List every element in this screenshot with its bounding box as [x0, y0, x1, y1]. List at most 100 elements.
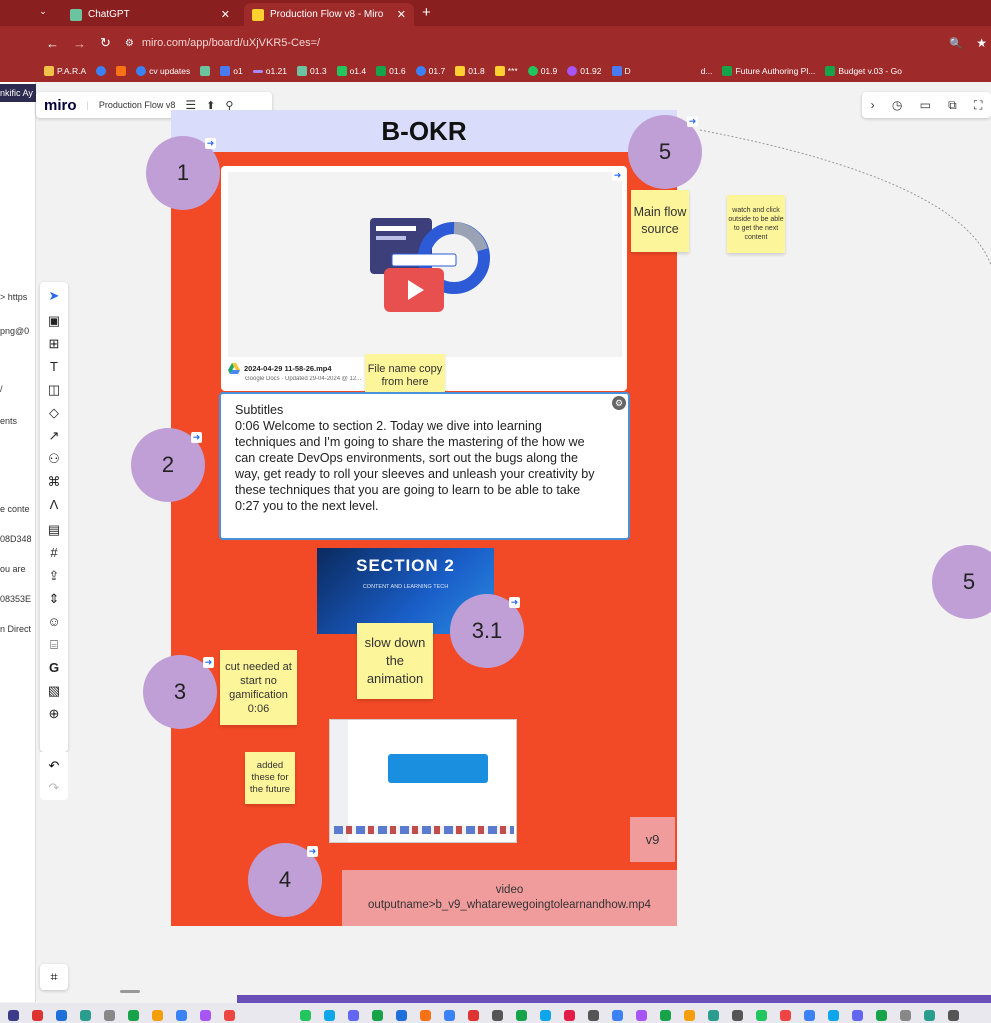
video-label: video — [495, 884, 524, 896]
file-name-row: 2024-04-29 11-58-26.mp4 — [228, 363, 332, 374]
subtitle-line: these techniques that you are going to l… — [235, 483, 581, 497]
link-icon[interactable]: ➜ — [191, 432, 202, 443]
upload-icon[interactable]: ⇪ — [40, 568, 68, 584]
right-toolbar: › ◷ ▭ ⧉ ⛶ — [862, 92, 991, 118]
emoji-icon[interactable]: ☺ — [40, 614, 68, 629]
subtitle-line: way, get ready to roll your sleeves and … — [235, 467, 595, 481]
focus-icon[interactable]: ⛶ — [974, 98, 982, 113]
taskbar-app-icon[interactable] — [732, 1010, 743, 1021]
text-icon[interactable]: T — [40, 359, 68, 374]
shapes-icon[interactable]: ◇ — [40, 405, 68, 421]
creation-toolbar: ➤ ▣ ⊞ T ◫ ◇ ↗ ⚇ ⌘ Λ ▤ # ⇪ ⇕ ☺ ⌸ G ▧ ⊕ — [40, 282, 68, 752]
redo-icon[interactable]: ↷ — [40, 780, 68, 796]
taskbar-app-icon[interactable] — [444, 1010, 455, 1021]
taskbar-app-icon[interactable] — [32, 1010, 43, 1021]
taskbar-app-icon[interactable] — [56, 1010, 67, 1021]
link-icon[interactable]: ➜ — [612, 170, 623, 181]
taskbar-app-icon[interactable] — [612, 1010, 623, 1021]
taskbar-app-icon[interactable] — [324, 1010, 335, 1021]
subtitles-card[interactable]: Subtitles 0:06 Welcome to section 2. Tod… — [219, 392, 630, 540]
present-icon[interactable]: ⧉ — [948, 98, 957, 113]
taskbar-app-icon[interactable] — [128, 1010, 139, 1021]
more-apps-icon[interactable]: ⇕ — [40, 591, 68, 607]
undo-icon[interactable]: ↶ — [40, 758, 68, 774]
chevron-right-icon[interactable]: › — [871, 98, 875, 112]
pen-icon[interactable]: Λ — [40, 497, 68, 512]
timer-icon[interactable]: ◷ — [892, 98, 902, 112]
taskbar-app-icon[interactable] — [348, 1010, 359, 1021]
link-icon[interactable]: ➜ — [509, 597, 520, 608]
sticky-watch[interactable]: watch and click outside to be able to ge… — [727, 195, 785, 253]
taskbar-app-icon[interactable] — [176, 1010, 187, 1021]
video-thumbnail-illustration — [370, 218, 490, 312]
sticky-note-icon[interactable]: ◫ — [40, 382, 68, 398]
scroll-handle[interactable] — [120, 990, 140, 993]
taskbar-app-icon[interactable] — [80, 1010, 91, 1021]
sticky-slow-animation[interactable]: slow down the animation — [357, 623, 433, 699]
taskbar-app-icon[interactable] — [756, 1010, 767, 1021]
link-icon[interactable]: ➜ — [687, 116, 698, 127]
frames-icon: ⌗ — [50, 969, 58, 984]
taskbar-app-icon[interactable] — [152, 1010, 163, 1021]
version-box[interactable]: v9 — [630, 817, 675, 862]
taskbar-app-icon[interactable] — [468, 1010, 479, 1021]
select-cursor-icon[interactable]: ➤ — [40, 288, 68, 304]
video-icon[interactable]: ▭ — [920, 98, 931, 112]
taskbar-app-icon[interactable] — [684, 1010, 695, 1021]
taskbar-app-icon[interactable] — [492, 1010, 503, 1021]
taskbar-app-icon[interactable] — [564, 1010, 575, 1021]
taskbar-app-icon[interactable] — [852, 1010, 863, 1021]
screenshot-image[interactable] — [329, 719, 517, 843]
sticky-filename[interactable]: File name copy from here — [365, 354, 445, 397]
embed-preview[interactable] — [228, 172, 622, 357]
comment-icon[interactable]: ▤ — [40, 522, 68, 538]
google-icon[interactable]: G — [40, 660, 68, 675]
taskbar-app-icon[interactable] — [828, 1010, 839, 1021]
taskbar-app-icon[interactable] — [780, 1010, 791, 1021]
settings-icon[interactable]: ⚙ — [612, 396, 626, 410]
taskbar-app-icon[interactable] — [516, 1010, 527, 1021]
add-icon[interactable]: ⊕ — [40, 706, 68, 722]
diagram-icon[interactable]: ⌘ — [40, 474, 68, 490]
taskbar-app-icon[interactable] — [636, 1010, 647, 1021]
taskbar-app-icon[interactable] — [804, 1010, 815, 1021]
taskbar-app-icon[interactable] — [8, 1010, 19, 1021]
link-icon[interactable]: ➜ — [307, 846, 318, 857]
taskbar-app-icon[interactable] — [372, 1010, 383, 1021]
file-name[interactable]: 2024-04-29 11-58-26.mp4 — [244, 364, 332, 373]
frames-button[interactable]: ⌗ — [40, 964, 68, 990]
taskbar-app-icon[interactable] — [224, 1010, 235, 1021]
taskbar-app-icon[interactable] — [420, 1010, 431, 1021]
link-icon[interactable]: ➜ — [203, 657, 214, 668]
taskbar-app-icon[interactable] — [948, 1010, 959, 1021]
sticky-main-flow[interactable]: Main flow source — [631, 190, 689, 252]
taskbar-app-icon[interactable] — [924, 1010, 935, 1021]
taskbar-app-icon[interactable] — [660, 1010, 671, 1021]
taskbar-app-icon[interactable] — [588, 1010, 599, 1021]
video-output-name: outputname>b_v9_whatarewegoingtolearnand… — [368, 899, 651, 911]
taskbar-app-icon[interactable] — [540, 1010, 551, 1021]
taskbar-app-icon[interactable] — [396, 1010, 407, 1021]
taskbar-app-icon[interactable] — [104, 1010, 115, 1021]
templates-icon[interactable]: ▣ — [40, 313, 68, 329]
taskbar-app-icon[interactable] — [300, 1010, 311, 1021]
sticky-cut-needed[interactable]: cut needed at start no gamification 0:06 — [220, 650, 297, 725]
frame-icon[interactable]: # — [40, 545, 68, 560]
divider: | — [86, 100, 89, 110]
arrow-icon[interactable]: ↗ — [40, 428, 68, 444]
undo-redo-bar: ↶ ↷ — [40, 752, 68, 800]
link-icon[interactable]: ➜ — [205, 138, 216, 149]
taskbar-app-icon[interactable] — [708, 1010, 719, 1021]
card-icon[interactable]: ⌸ — [40, 637, 68, 653]
taskbar-app-icon[interactable] — [900, 1010, 911, 1021]
video-output-box[interactable]: video outputname>b_v9_whatarewegoingtole… — [342, 870, 677, 926]
miro-logo[interactable]: miro — [44, 97, 77, 114]
table-icon[interactable]: ⊞ — [40, 336, 68, 352]
mindmap-icon[interactable]: ⚇ — [40, 451, 68, 467]
image-icon[interactable]: ▧ — [40, 683, 68, 699]
sticky-added-future[interactable]: added these for the future — [245, 752, 295, 804]
board-name[interactable]: Production Flow v8 — [99, 100, 176, 110]
frame-title[interactable]: B-OKR — [171, 110, 677, 152]
taskbar-app-icon[interactable] — [876, 1010, 887, 1021]
taskbar-app-icon[interactable] — [200, 1010, 211, 1021]
